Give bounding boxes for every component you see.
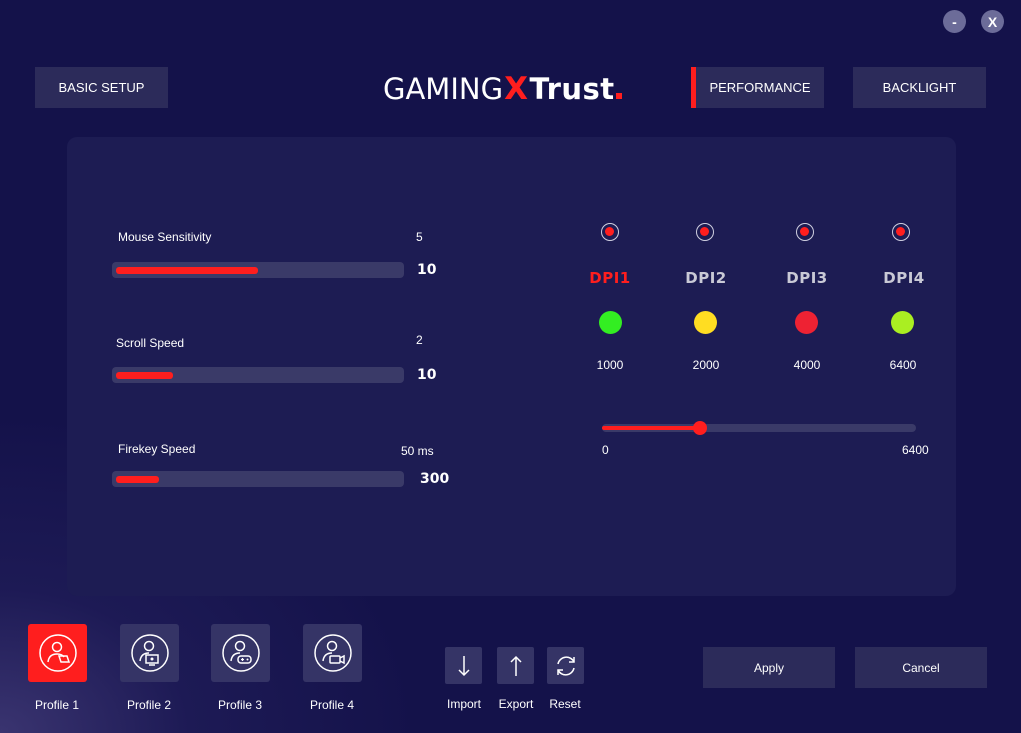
cancel-button[interactable]: Cancel bbox=[855, 647, 987, 688]
user-camera-icon bbox=[313, 634, 352, 672]
logo-dot bbox=[615, 93, 622, 99]
dpi1-label[interactable]: DPI1 bbox=[589, 269, 630, 287]
scroll-speed-fill bbox=[116, 372, 173, 379]
mouse-sensitivity-label: Mouse Sensitivity bbox=[118, 230, 212, 244]
scroll-speed-slider[interactable] bbox=[112, 367, 404, 383]
reset-label: Reset bbox=[549, 697, 581, 711]
dpi3-label[interactable]: DPI3 bbox=[786, 269, 827, 287]
minimize-button[interactable]: - bbox=[943, 10, 966, 33]
profile-1-button[interactable] bbox=[28, 624, 87, 682]
dpi-slider[interactable] bbox=[602, 424, 916, 432]
import-button[interactable] bbox=[445, 647, 482, 684]
user-monitor-icon bbox=[130, 634, 169, 672]
dpi3-radio[interactable] bbox=[796, 223, 814, 241]
firekey-speed-fill bbox=[116, 476, 159, 483]
arrow-down-icon bbox=[457, 655, 470, 676]
logo-gaming-text: GAMING bbox=[383, 72, 504, 106]
profile-1-label: Profile 1 bbox=[34, 698, 80, 712]
dpi-slider-fill bbox=[602, 426, 701, 430]
reset-button[interactable] bbox=[547, 647, 584, 684]
export-label: Export bbox=[498, 697, 534, 711]
scroll-speed-value: 2 bbox=[416, 333, 423, 347]
logo-x-mark: X bbox=[504, 71, 529, 107]
export-button[interactable] bbox=[497, 647, 534, 684]
arrow-up-icon bbox=[509, 655, 522, 676]
profile-3-button[interactable] bbox=[211, 624, 270, 682]
dpi1-color-swatch[interactable] bbox=[599, 311, 622, 334]
mouse-sensitivity-slider[interactable] bbox=[112, 262, 404, 278]
mouse-sensitivity-value: 5 bbox=[416, 230, 423, 244]
scroll-speed-max: 10 bbox=[417, 367, 437, 383]
profile-3-label: Profile 3 bbox=[217, 698, 263, 712]
dpi4-value: 6400 bbox=[889, 358, 917, 372]
profile-2-button[interactable] bbox=[120, 624, 179, 682]
firekey-speed-slider[interactable] bbox=[112, 471, 404, 487]
profile-4-label: Profile 4 bbox=[309, 698, 355, 712]
backlight-button[interactable]: BACKLIGHT bbox=[853, 67, 986, 108]
apply-button[interactable]: Apply bbox=[703, 647, 835, 688]
firekey-speed-value: 50 ms bbox=[401, 444, 434, 458]
import-label: Import bbox=[446, 697, 482, 711]
dpi-slider-min: 0 bbox=[602, 443, 609, 457]
dpi3-value: 4000 bbox=[793, 358, 821, 372]
basic-setup-button[interactable]: BASIC SETUP bbox=[35, 67, 168, 108]
dpi2-value: 2000 bbox=[692, 358, 720, 372]
dpi4-label[interactable]: DPI4 bbox=[883, 269, 924, 287]
dpi2-color-swatch[interactable] bbox=[694, 311, 717, 334]
gaming-trust-logo: GAMING X Trust bbox=[383, 70, 622, 108]
profile-4-button[interactable] bbox=[303, 624, 362, 682]
dpi3-color-swatch[interactable] bbox=[795, 311, 818, 334]
close-button[interactable]: X bbox=[981, 10, 1004, 33]
dpi1-radio[interactable] bbox=[601, 223, 619, 241]
dpi-slider-max: 6400 bbox=[902, 443, 929, 457]
profile-2-label: Profile 2 bbox=[126, 698, 172, 712]
refresh-icon bbox=[556, 655, 575, 676]
dpi4-radio[interactable] bbox=[892, 223, 910, 241]
logo-trust-text: Trust bbox=[529, 72, 615, 106]
dpi2-radio[interactable] bbox=[696, 223, 714, 241]
mouse-sensitivity-fill bbox=[116, 267, 258, 274]
user-laptop-icon bbox=[38, 634, 77, 672]
user-gamepad-icon bbox=[221, 634, 260, 672]
dpi1-value: 1000 bbox=[596, 358, 624, 372]
dpi4-color-swatch[interactable] bbox=[891, 311, 914, 334]
performance-button[interactable]: PERFORMANCE bbox=[691, 67, 824, 108]
firekey-speed-max: 300 bbox=[420, 471, 450, 487]
dpi2-label[interactable]: DPI2 bbox=[685, 269, 726, 287]
scroll-speed-label: Scroll Speed bbox=[116, 336, 185, 350]
mouse-sensitivity-max: 10 bbox=[417, 262, 437, 278]
firekey-speed-label: Firekey Speed bbox=[118, 442, 196, 456]
